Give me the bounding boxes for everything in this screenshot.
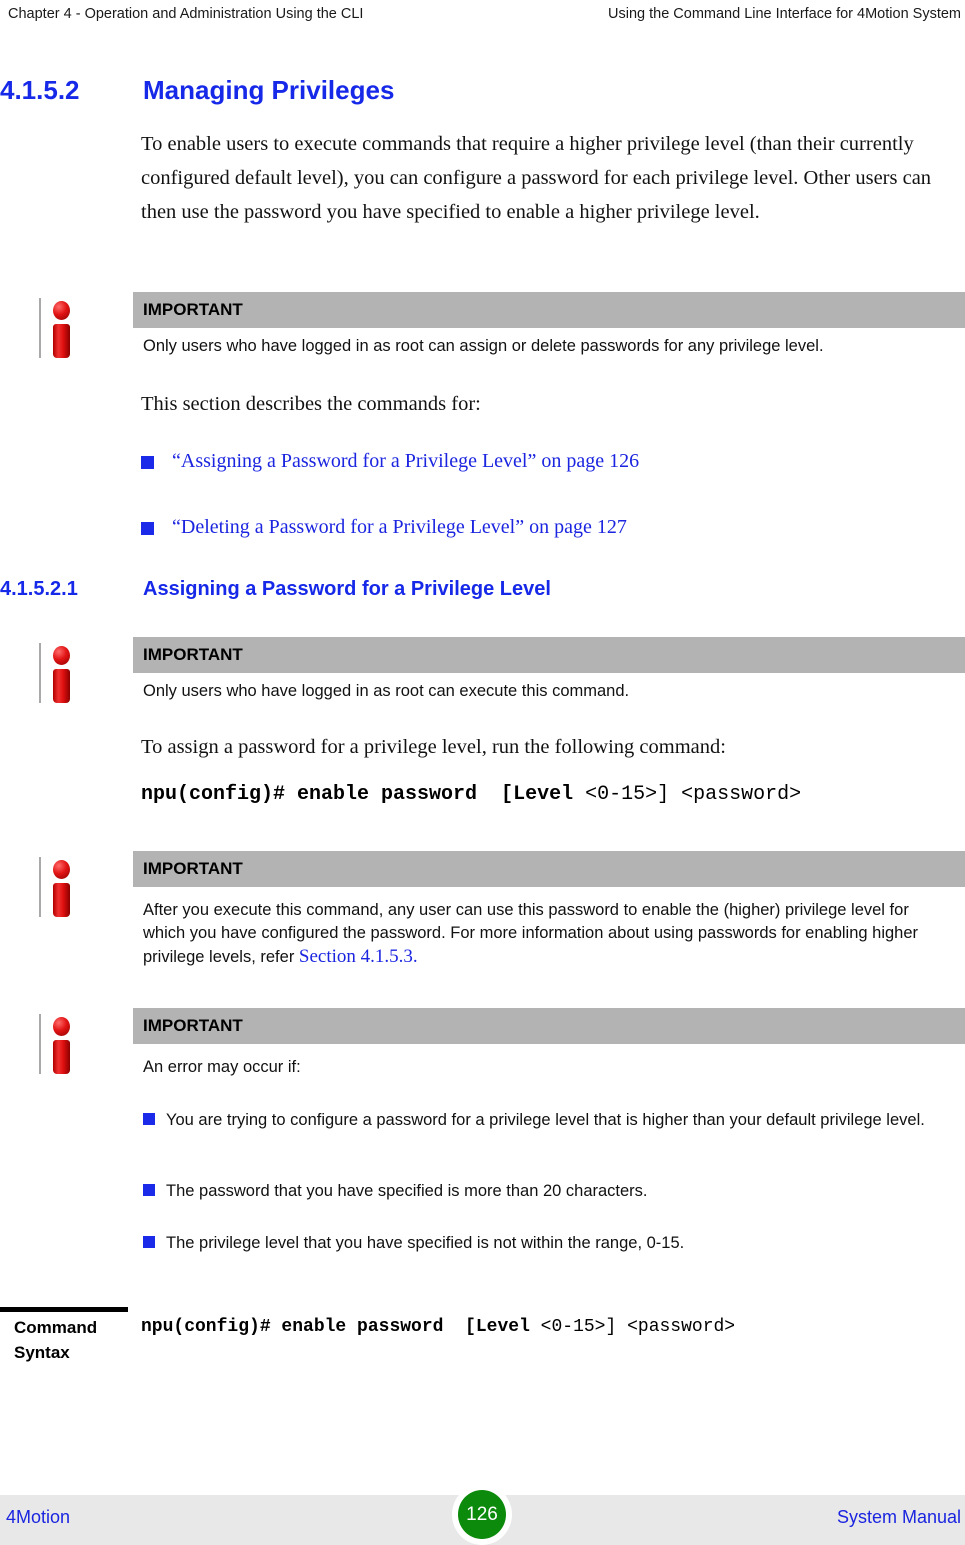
cli-regular-suffix: <0-15>] <password> xyxy=(573,783,802,806)
footer-manual-name: System Manual xyxy=(836,1507,961,1527)
important-info-icon xyxy=(36,1012,86,1076)
cross-reference-link-2[interactable]: “Deleting a Password for a Privilege Lev… xyxy=(141,516,941,539)
section-4-1-5-3-link[interactable]: Section 4.1.5.3. xyxy=(299,946,418,967)
section-heading-4-1-5-2: 4.1.5.2 Managing Privileges xyxy=(0,75,965,106)
running-header: Chapter 4 - Operation and Administration… xyxy=(0,0,965,28)
bullet-square-icon xyxy=(143,1113,155,1125)
note-4-bullet-2: The password that you have specified is … xyxy=(143,1180,953,1203)
cli-bold-prefix: npu(config)# enable password [ xyxy=(141,783,514,806)
bullet-square-icon xyxy=(141,522,154,535)
note-4-bullet-3-text: The privilege level that you have specif… xyxy=(166,1234,685,1252)
bullet-square-icon xyxy=(143,1184,155,1196)
assign-password-paragraph: To assign a password for a privilege lev… xyxy=(141,736,726,758)
cli-bold-keyword: Level xyxy=(513,783,574,806)
note-3-text: After you execute this command, any user… xyxy=(143,899,955,969)
note-4-bullet-1: You are trying to configure a password f… xyxy=(143,1109,953,1132)
section-lead-in-paragraph: This section describes the commands for: xyxy=(141,393,481,415)
note-1-label: IMPORTANT xyxy=(133,292,965,328)
subsection-heading-title: Assigning a Password for a Privilege Lev… xyxy=(143,578,551,600)
important-info-icon xyxy=(36,855,86,919)
important-info-icon xyxy=(36,641,86,705)
subsection-heading-4-1-5-2-1: 4.1.5.2.1 Assigning a Password for a Pri… xyxy=(0,578,965,601)
command-syntax-label-line-1: Command xyxy=(14,1318,98,1337)
cli-command-line: npu(config)# enable password [Level <0-1… xyxy=(141,783,801,806)
note-1-text: Only users who have logged in as root ca… xyxy=(143,337,824,355)
page-number-value: 126 xyxy=(458,1490,506,1539)
note-4-intro-text: An error may occur if: xyxy=(143,1058,301,1076)
important-info-icon xyxy=(36,296,86,360)
section-heading-number: 4.1.5.2 xyxy=(0,75,80,105)
section-heading-title: Managing Privileges xyxy=(143,75,395,105)
page-number-badge: 126 xyxy=(452,1484,512,1545)
bullet-square-icon xyxy=(143,1236,155,1248)
command-syntax-regular-suffix: <0-15>] <password> xyxy=(529,1317,736,1337)
command-syntax-bold-prefix: npu(config)# enable password [ xyxy=(141,1317,476,1337)
bullet-square-icon xyxy=(141,456,154,469)
note-4-bullet-1-text: You are trying to configure a password f… xyxy=(166,1111,925,1129)
header-section-text: Using the Command Line Interface for 4Mo… xyxy=(608,6,961,22)
header-chapter-text: Chapter 4 - Operation and Administration… xyxy=(8,6,364,22)
note-4-bullet-2-text: The password that you have specified is … xyxy=(166,1182,648,1200)
command-syntax-code: npu(config)# enable password [Level <0-1… xyxy=(141,1317,735,1337)
cross-reference-label-1: “Assigning a Password for a Privilege Le… xyxy=(172,450,640,472)
note-3-text-before-link: After you execute this command, any user… xyxy=(143,901,919,966)
command-syntax-label-line-2: Syntax xyxy=(14,1343,70,1362)
note-2-label: IMPORTANT xyxy=(133,637,965,673)
note-2-text: Only users who have logged in as root ca… xyxy=(143,682,630,700)
note-4-bullet-3: The privilege level that you have specif… xyxy=(143,1232,953,1255)
cross-reference-label-2: “Deleting a Password for a Privilege Lev… xyxy=(172,516,627,538)
command-syntax-label: Command Syntax xyxy=(14,1315,134,1365)
subsection-heading-number: 4.1.5.2.1 xyxy=(0,578,78,600)
command-syntax-bold-keyword: Level xyxy=(475,1317,530,1337)
note-3-label: IMPORTANT xyxy=(133,851,965,887)
intro-paragraph: To enable users to execute commands that… xyxy=(141,133,932,223)
footer-product-name: 4Motion xyxy=(6,1507,71,1527)
note-4-label: IMPORTANT xyxy=(133,1008,965,1044)
command-syntax-rule xyxy=(0,1307,128,1312)
cross-reference-link-1[interactable]: “Assigning a Password for a Privilege Le… xyxy=(141,450,941,473)
